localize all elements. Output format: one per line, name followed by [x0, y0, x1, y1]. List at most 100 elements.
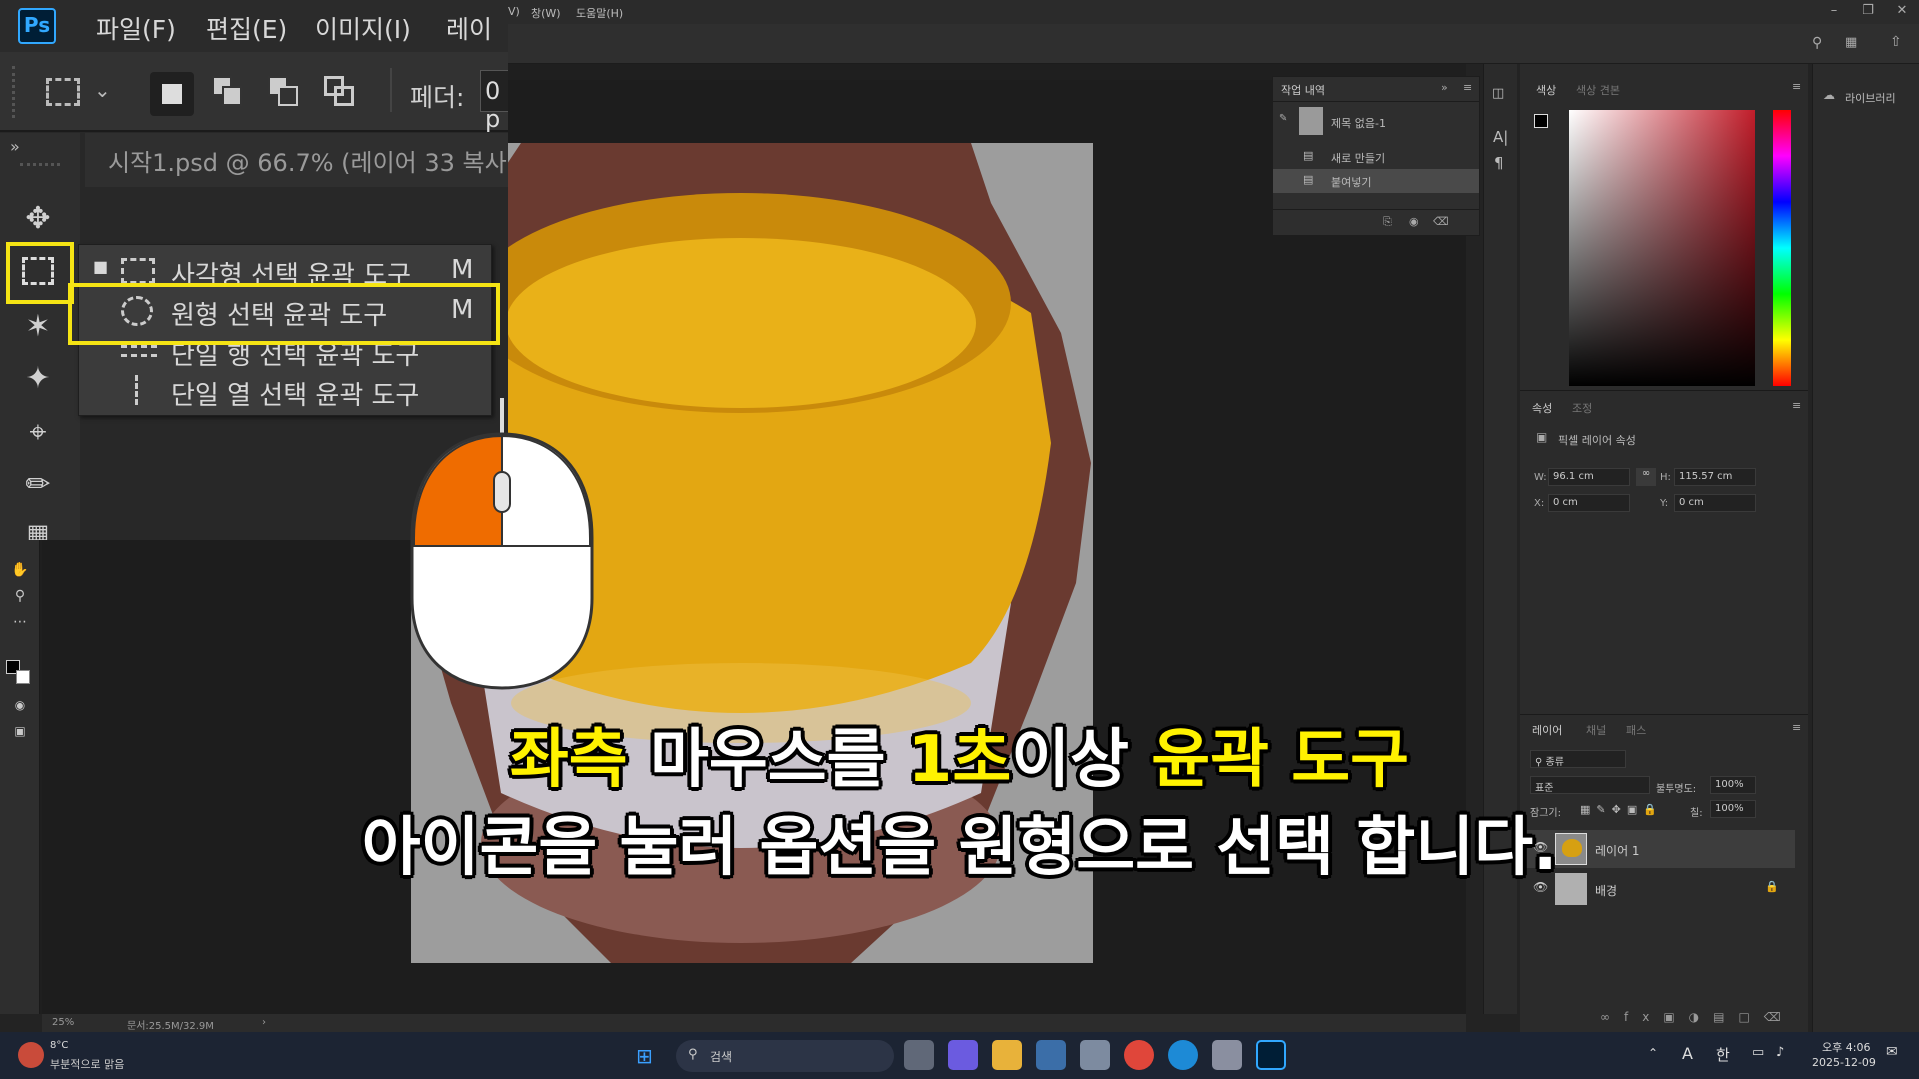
intersect-selection-button[interactable]: [320, 72, 358, 110]
expand-toolbar-icon[interactable]: »: [10, 137, 20, 156]
layer-footer-icons[interactable]: ∞fx▣◑▤□⌫: [1600, 1010, 1795, 1024]
magic-wand-tool-icon[interactable]: ✦: [16, 357, 60, 401]
doc-info: 문서:25.5M/32.9M: [127, 1021, 214, 1032]
flyout-item-shortcut: M: [451, 255, 474, 285]
caption-highlight: 좌측: [509, 723, 628, 797]
close-icon[interactable]: ✕: [1885, 0, 1919, 24]
photoshop-taskbar-icon[interactable]: [1256, 1040, 1286, 1070]
search-icon: ⚲: [688, 1047, 698, 1062]
width-field[interactable]: 96.1 cm: [1548, 468, 1630, 486]
chevron-right-icon[interactable]: ›: [262, 1017, 266, 1028]
document-tab[interactable]: 시작1.psd @ 66.7% (레이어 33 복사: [108, 143, 507, 178]
snapshot-thumbnail: [1299, 107, 1323, 135]
move-tool-icon[interactable]: ✥: [16, 197, 60, 241]
subtract-icon-b: [278, 86, 298, 106]
pixel-layer-icon: ▣: [1536, 430, 1548, 444]
background-color-swatch[interactable]: [16, 670, 30, 684]
volume-icon[interactable]: ♪: [1776, 1045, 1784, 1060]
chevron-down-icon[interactable]: ⌄: [94, 78, 111, 102]
color-picker-field[interactable]: [1569, 110, 1755, 386]
workspace-icon[interactable]: ▦: [1845, 35, 1857, 50]
menu-image[interactable]: 이미지(I): [315, 10, 411, 46]
network-icon[interactable]: ▭: [1752, 1045, 1764, 1060]
copilot-icon[interactable]: [948, 1040, 978, 1070]
store-icon[interactable]: [1036, 1040, 1066, 1070]
menu-file[interactable]: 파일(F): [96, 10, 176, 46]
history-brush-icon: ✎: [1279, 113, 1288, 124]
task-view-icon[interactable]: [904, 1040, 934, 1070]
chrome-icon[interactable]: [1124, 1040, 1154, 1070]
foreground-color-swatch[interactable]: [1534, 114, 1548, 128]
history-item-label: 새로 만들기: [1331, 152, 1386, 165]
options-bar-zoomed: ⌄ 페더: 0 p: [0, 52, 508, 133]
history-item[interactable]: ▤ 붙여넣기: [1273, 169, 1479, 193]
camera-icon[interactable]: ◉: [1409, 215, 1419, 228]
tab-history[interactable]: 작업 내역: [1281, 82, 1325, 98]
cloud-icon[interactable]: ☁: [1823, 88, 1835, 102]
subtract-selection-button[interactable]: [264, 72, 302, 110]
paragraph-panel-icon[interactable]: ¶: [1494, 154, 1504, 172]
share-icon[interactable]: ⇧: [1890, 34, 1902, 50]
caption-line-1: 좌측 마우스를 1초이상 윤곽 도구: [0, 708, 1919, 800]
history-item[interactable]: ▤ 새로 만들기: [1273, 145, 1479, 169]
weather-icon[interactable]: [18, 1042, 44, 1068]
more-tools-icon[interactable]: ⋯: [10, 614, 30, 634]
marquee-preset-icon[interactable]: [46, 78, 80, 106]
height-field[interactable]: 115.57 cm: [1674, 468, 1756, 486]
history-panel-icon[interactable]: ◫: [1492, 86, 1504, 101]
restore-icon[interactable]: ❐: [1851, 0, 1885, 24]
menu-edit[interactable]: 편집(E): [206, 10, 287, 46]
menu-view[interactable]: V): [508, 5, 520, 18]
windows-start-icon[interactable]: ⊞: [636, 1044, 653, 1068]
clock-date[interactable]: 2025-12-09: [1812, 1056, 1876, 1069]
y-field[interactable]: 0 cm: [1674, 494, 1756, 512]
crop-tool-icon[interactable]: ⌖: [16, 411, 60, 455]
lasso-tool-icon[interactable]: ✶: [16, 305, 60, 349]
panel-menu-icon[interactable]: ≡: [1792, 399, 1801, 412]
character-panel-icon[interactable]: A|: [1493, 128, 1508, 146]
toolbar-grip: [20, 163, 60, 167]
frame-tool-icon[interactable]: ▦: [16, 511, 60, 540]
tab-swatches[interactable]: 색상 견본: [1576, 82, 1620, 98]
caption-highlight: 윤곽 도구: [1151, 723, 1410, 797]
clock-time[interactable]: 오후 4:06: [1822, 1039, 1870, 1055]
libraries-label[interactable]: 라이브러리: [1845, 90, 1896, 106]
add-selection-button[interactable]: [208, 72, 246, 110]
zoom-tool-icon[interactable]: ⚲: [10, 588, 30, 608]
feather-field[interactable]: 0 p: [480, 70, 508, 133]
ime-language[interactable]: 한: [1716, 1044, 1730, 1065]
taskbar: 8°C 부분적으로 맑음 ⊞ ⚲ 검색 ⌃ A 한 ▭ ♪ 오후 4:06 20…: [0, 1032, 1919, 1079]
properties-title: 픽셀 레이어 속성: [1558, 434, 1636, 447]
new-selection-icon: [162, 84, 182, 104]
snipping-tool-icon[interactable]: [1212, 1040, 1242, 1070]
search-icon[interactable]: ⚲: [1812, 35, 1822, 51]
edge-icon[interactable]: [1168, 1040, 1198, 1070]
y-label: Y:: [1660, 498, 1669, 509]
chevron-up-icon[interactable]: ⌃: [1648, 1046, 1658, 1060]
zoom-level: 25%: [52, 1017, 75, 1028]
panel-menu-icon[interactable]: ≡: [1463, 81, 1472, 94]
eyedropper-tool-icon[interactable]: ✏: [16, 463, 60, 507]
calculator-icon[interactable]: [1080, 1040, 1110, 1070]
panel-collapse-icon[interactable]: »: [1441, 81, 1448, 94]
search-box[interactable]: ⚲ 검색: [676, 1040, 894, 1072]
tab-color[interactable]: 색상: [1536, 82, 1556, 98]
history-snapshot[interactable]: ✎ 제목 없음-1: [1273, 107, 1479, 135]
panel-menu-icon[interactable]: ≡: [1792, 80, 1801, 93]
notification-icon[interactable]: ✉: [1886, 1044, 1898, 1060]
ime-mode[interactable]: A: [1682, 1044, 1693, 1063]
new-selection-button[interactable]: [150, 72, 194, 116]
hue-slider[interactable]: [1773, 110, 1791, 386]
minimize-icon[interactable]: –: [1817, 0, 1851, 24]
link-icon[interactable]: ∞: [1636, 468, 1656, 486]
hand-tool-icon[interactable]: ✋: [10, 562, 30, 582]
menu-window[interactable]: 창(W): [531, 5, 561, 21]
photoshop-logo: Ps: [18, 8, 56, 44]
file-explorer-icon[interactable]: [992, 1040, 1022, 1070]
x-field[interactable]: 0 cm: [1548, 494, 1630, 512]
menu-help[interactable]: 도움말(H): [576, 5, 623, 21]
tab-properties[interactable]: 속성: [1532, 400, 1552, 416]
tab-adjustments[interactable]: 조정: [1572, 400, 1592, 416]
trash-icon[interactable]: ⌫: [1433, 215, 1449, 228]
new-doc-from-state-icon[interactable]: ⎘: [1383, 215, 1392, 229]
